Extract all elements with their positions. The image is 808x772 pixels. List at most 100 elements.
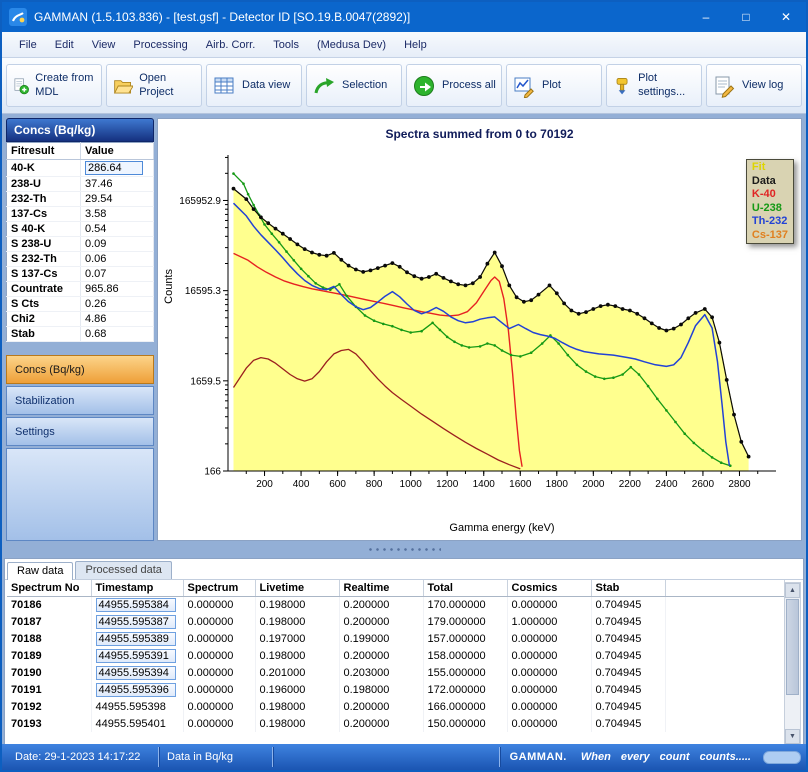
spectrum-row-70190[interactable]: 7019044955.5953940.0000000.2010000.20300… xyxy=(7,664,785,681)
data-cell: 0.000000 xyxy=(183,630,255,647)
timestamp-cell[interactable]: 44955.595396 xyxy=(91,681,183,698)
selection-button[interactable]: Selection xyxy=(306,64,402,107)
spectrum-no-cell[interactable]: 70189 xyxy=(7,647,91,664)
menu-item-view[interactable]: View xyxy=(83,36,125,54)
data-cell: 0.000000 xyxy=(183,698,255,715)
maximize-button[interactable]: □ xyxy=(726,2,766,32)
plot-settings-button[interactable]: Plot settings... xyxy=(606,64,702,107)
svg-text:2800: 2800 xyxy=(728,479,751,490)
column-header[interactable]: Spectrum xyxy=(183,580,255,596)
x-axis-label: Gamma energy (keV) xyxy=(228,522,776,534)
scrollbar-track[interactable] xyxy=(785,696,800,729)
data-cell: 150.000000 xyxy=(423,715,507,732)
spectrum-row-70189[interactable]: 7018944955.5953910.0000000.1980000.20000… xyxy=(7,647,785,664)
timestamp-cell[interactable]: 44955.595387 xyxy=(91,613,183,630)
nav-button-settings[interactable]: Settings xyxy=(6,417,154,446)
data-cell: 0.704945 xyxy=(591,613,665,630)
spectrum-row-70191[interactable]: 7019144955.5953960.0000000.1960000.19800… xyxy=(7,681,785,698)
menu-item-edit[interactable]: Edit xyxy=(46,36,83,54)
statusbar-scroll-widget[interactable] xyxy=(763,751,801,764)
column-header[interactable]: Cosmics xyxy=(507,580,591,596)
fitresult-value[interactable]: 0.26 xyxy=(81,297,154,312)
tab-raw-data[interactable]: Raw data xyxy=(7,562,73,580)
column-header[interactable]: Stab xyxy=(591,580,665,596)
fitresult-label: 137-Cs xyxy=(7,207,81,222)
view-log-button[interactable]: View log xyxy=(706,64,802,107)
timestamp-cell[interactable]: 44955.595401 xyxy=(91,715,183,732)
nav-button-concs-bq-kg[interactable]: Concs (Bq/kg) xyxy=(6,355,154,384)
svg-text:165952.9: 165952.9 xyxy=(179,196,221,207)
column-header[interactable]: Realtime xyxy=(339,580,423,596)
timestamp-cell[interactable]: 44955.595384 xyxy=(91,596,183,613)
menu-item-file[interactable]: File xyxy=(10,36,46,54)
spectrum-row-70188[interactable]: 7018844955.5953890.0000000.1970000.19900… xyxy=(7,630,785,647)
fitresult-value[interactable]: 965.86 xyxy=(81,282,154,297)
menu-item-medusa-dev[interactable]: (Medusa Dev) xyxy=(308,36,395,54)
column-header[interactable]: Total xyxy=(423,580,507,596)
timestamp-cell[interactable]: 44955.595389 xyxy=(91,630,183,647)
nav-button-stabilization[interactable]: Stabilization xyxy=(6,386,154,415)
spectrum-no-cell[interactable]: 70192 xyxy=(7,698,91,715)
spectrum-no-cell[interactable]: 70188 xyxy=(7,630,91,647)
spectrum-no-cell[interactable]: 70191 xyxy=(7,681,91,698)
fitresult-value[interactable]: 0.07 xyxy=(81,267,154,282)
splitter-grip-icon[interactable] xyxy=(367,547,441,552)
spectrum-row-70193[interactable]: 7019344955.5954010.0000000.1980000.20000… xyxy=(7,715,785,732)
gamman-window: { "window": { "title": "GAMMAN (1.5.103.… xyxy=(0,0,808,772)
data-cell: 0.198000 xyxy=(255,698,339,715)
menu-item-help[interactable]: Help xyxy=(395,36,436,54)
menu-bar: FileEditViewProcessingAirb. Corr.Tools(M… xyxy=(2,32,806,58)
scroll-up-arrow-icon[interactable]: ▲ xyxy=(785,583,800,598)
spectrum-row-70187[interactable]: 7018744955.5953870.0000000.1980000.20000… xyxy=(7,613,785,630)
fitresult-value[interactable]: 37.46 xyxy=(81,177,154,192)
spectrum-no-cell[interactable]: 70187 xyxy=(7,613,91,630)
plot-button[interactable]: Plot xyxy=(506,64,602,107)
timestamp-cell[interactable]: 44955.595394 xyxy=(91,664,183,681)
spectrum-row-70192[interactable]: 7019244955.5953980.0000000.1980000.20000… xyxy=(7,698,785,715)
vertical-scrollbar[interactable]: ▲ ▼ xyxy=(784,582,801,745)
spectrum-no-cell[interactable]: 70193 xyxy=(7,715,91,732)
column-header-filler xyxy=(665,580,785,596)
data-view-button[interactable]: Data view xyxy=(206,64,302,107)
fitresult-value[interactable]: 3.58 xyxy=(81,207,154,222)
fitresult-label: S 232-Th xyxy=(7,252,81,267)
menu-item-airb-corr[interactable]: Airb. Corr. xyxy=(197,36,265,54)
minimize-button[interactable]: – xyxy=(686,2,726,32)
status-brand: GAMMAN. xyxy=(510,751,567,763)
scroll-down-arrow-icon[interactable]: ▼ xyxy=(785,729,800,744)
row-filler xyxy=(665,596,785,613)
splitter[interactable] xyxy=(2,541,806,558)
fitresult-value[interactable]: 4.86 xyxy=(81,312,154,327)
fitresult-value[interactable]: 0.09 xyxy=(81,237,154,252)
fitresult-value[interactable]: 29.54 xyxy=(81,192,154,207)
fitresult-value[interactable]: 286.64 xyxy=(81,160,154,177)
fitresult-value[interactable]: 0.68 xyxy=(81,327,154,342)
status-date: Date: 29-1-2023 14:17:22 xyxy=(7,747,159,767)
data-cell: 0.198000 xyxy=(255,596,339,613)
fitresult-value[interactable]: 0.06 xyxy=(81,252,154,267)
timestamp-cell[interactable]: 44955.595391 xyxy=(91,647,183,664)
spectrum-no-cell[interactable]: 70190 xyxy=(7,664,91,681)
close-button[interactable]: ✕ xyxy=(766,2,806,32)
chart-panel: Spectra summed from 0 to 70192 200400600… xyxy=(157,118,802,541)
spectra-plot[interactable]: 2004006008001000120014001600180020002200… xyxy=(158,141,801,509)
column-header[interactable]: Livetime xyxy=(255,580,339,596)
open-project-button[interactable]: Open Project xyxy=(106,64,202,107)
open-project-icon xyxy=(112,74,133,98)
svg-text:400: 400 xyxy=(293,479,310,490)
legend-item-data: Data xyxy=(752,175,788,189)
column-header[interactable]: Spectrum No xyxy=(7,580,91,596)
tab-processed-data[interactable]: Processed data xyxy=(75,561,171,579)
spectrum-row-70186[interactable]: 7018644955.5953840.0000000.1980000.20000… xyxy=(7,596,785,613)
menu-item-processing[interactable]: Processing xyxy=(124,36,196,54)
process-all-button[interactable]: Process all xyxy=(406,64,502,107)
data-cell: 0.000000 xyxy=(507,630,591,647)
create-from-mdl-button[interactable]: Create from MDL xyxy=(6,64,102,107)
scrollbar-thumb[interactable] xyxy=(786,599,799,695)
spectrum-no-cell[interactable]: 70186 xyxy=(7,596,91,613)
timestamp-cell[interactable]: 44955.595398 xyxy=(91,698,183,715)
column-header[interactable]: Timestamp xyxy=(91,580,183,596)
fitresult-value[interactable]: 0.54 xyxy=(81,222,154,237)
process-all-icon xyxy=(412,74,436,98)
menu-item-tools[interactable]: Tools xyxy=(264,36,308,54)
